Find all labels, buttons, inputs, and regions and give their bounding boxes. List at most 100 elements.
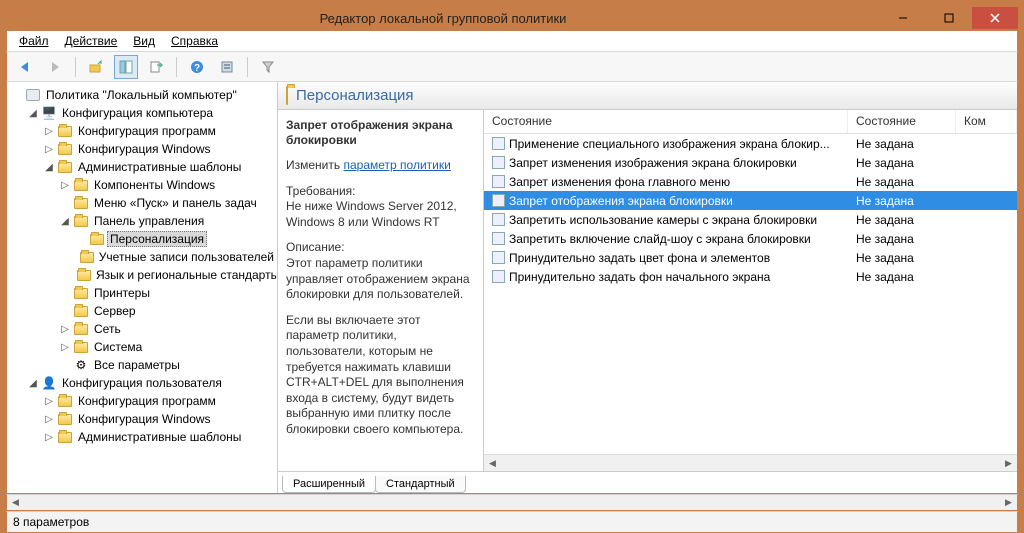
policy-row[interactable]: Принудительно задать цвет фона и элемент…: [484, 248, 1017, 267]
folder-icon: [73, 322, 89, 336]
folder-icon: [73, 304, 89, 318]
tree-network[interactable]: ▷Сеть: [59, 320, 277, 338]
policy-comment: [956, 219, 1017, 221]
tab-standard[interactable]: Стандартный: [375, 476, 466, 493]
edit-policy-link[interactable]: параметр политики: [343, 158, 450, 172]
tree-control-panel[interactable]: ◢Панель управления: [59, 212, 277, 230]
policy-comment: [956, 143, 1017, 145]
policy-name: Запретить использование камеры с экрана …: [509, 213, 817, 227]
tree-system[interactable]: ▷Система: [59, 338, 277, 356]
policy-row[interactable]: Принудительно задать фон начального экра…: [484, 267, 1017, 286]
folder-icon: [57, 160, 73, 174]
help-button[interactable]: ?: [185, 55, 209, 79]
maximize-button[interactable]: [926, 7, 972, 29]
tree-user-admin-templates[interactable]: ▷Административные шаблоны: [43, 428, 277, 446]
tree-all-settings[interactable]: ⚙Все параметры: [59, 356, 277, 374]
policy-icon: [492, 232, 505, 245]
policy-state: Не задана: [848, 231, 956, 247]
tree-personalization[interactable]: Персонализация: [75, 230, 277, 248]
column-header-state[interactable]: Состояние: [848, 110, 956, 133]
selected-policy-name: Запрет отображения экрана блокировки: [286, 118, 475, 148]
policy-comment: [956, 200, 1017, 202]
policy-icon: [492, 175, 505, 188]
column-header-comment[interactable]: Ком: [956, 110, 1017, 133]
menu-action[interactable]: Действие: [59, 32, 124, 50]
description-text-1: Этот параметр политики управляет отображ…: [286, 256, 470, 301]
tree-windows-components[interactable]: ▷Компоненты Windows: [59, 176, 277, 194]
titlebar: Редактор локальной групповой политики: [6, 6, 1018, 30]
tree-language-region[interactable]: Язык и региональные стандарты: [75, 266, 277, 284]
export-button[interactable]: [144, 55, 168, 79]
folder-icon: [57, 394, 73, 408]
folder-icon: [57, 124, 73, 138]
tree-start-menu[interactable]: Меню «Пуск» и панель задач: [59, 194, 277, 212]
back-button[interactable]: [13, 55, 37, 79]
policy-name: Запрет изменения изображения экрана блок…: [509, 156, 797, 170]
policy-row[interactable]: Запрет отображения экрана блокировкиНе з…: [484, 191, 1017, 210]
menubar: Файл Действие Вид Справка: [6, 30, 1018, 52]
policy-name: Принудительно задать цвет фона и элемент…: [509, 251, 770, 265]
tree-root[interactable]: Политика "Локальный компьютер": [11, 86, 277, 104]
folder-icon: [73, 286, 89, 300]
scroll-left-icon[interactable]: ◀: [484, 455, 501, 472]
tree-windows-config[interactable]: ▷Конфигурация Windows: [43, 140, 277, 158]
policy-row[interactable]: Применение специального изображения экра…: [484, 134, 1017, 153]
tree-printers[interactable]: Принтеры: [59, 284, 277, 302]
column-header-name[interactable]: Состояние: [484, 110, 848, 133]
show-tree-button[interactable]: [114, 55, 138, 79]
tree-user-accounts[interactable]: Учетные записи пользователей: [75, 248, 277, 266]
tree-computer-config[interactable]: ◢🖥️Конфигурация компьютера: [27, 104, 277, 122]
up-button[interactable]: [84, 55, 108, 79]
content-header-title: Персонализация: [296, 87, 414, 104]
tree-pane[interactable]: Политика "Локальный компьютер" ◢🖥️Конфиг…: [7, 82, 278, 493]
window-title: Редактор локальной групповой политики: [6, 11, 880, 26]
tree-server[interactable]: Сервер: [59, 302, 277, 320]
policy-list: Состояние Состояние Ком Применение специ…: [484, 110, 1017, 471]
description-label: Описание:: [286, 240, 345, 254]
tab-extended[interactable]: Расширенный: [282, 476, 376, 493]
policy-state: Не задана: [848, 269, 956, 285]
content-pane: Персонализация Запрет отображения экрана…: [278, 82, 1017, 493]
tree-admin-templates[interactable]: ◢Административные шаблоны: [43, 158, 277, 176]
requirements-label: Требования:: [286, 184, 356, 198]
description-text-2: Если вы включаете этот параметр политики…: [286, 313, 475, 438]
policy-state: Не задана: [848, 250, 956, 266]
folder-icon: [80, 250, 94, 264]
policy-icon: [492, 251, 505, 264]
minimize-button[interactable]: [880, 7, 926, 29]
policy-comment: [956, 162, 1017, 164]
user-icon: 👤: [41, 376, 57, 390]
properties-button[interactable]: [215, 55, 239, 79]
scroll-right-icon[interactable]: ▶: [1000, 494, 1017, 511]
policy-name: Принудительно задать фон начального экра…: [509, 270, 770, 284]
close-button[interactable]: [972, 7, 1018, 29]
policy-rows[interactable]: Применение специального изображения экра…: [484, 134, 1017, 454]
menu-view[interactable]: Вид: [127, 32, 161, 50]
scroll-left-icon[interactable]: ◀: [7, 494, 24, 511]
folder-icon: [57, 412, 73, 426]
view-tabs: Расширенный Стандартный: [278, 471, 1017, 493]
policy-row[interactable]: Запретить включение слайд-шоу с экрана б…: [484, 229, 1017, 248]
policy-row[interactable]: Запретить использование камеры с экрана …: [484, 210, 1017, 229]
tree-user-windows-config[interactable]: ▷Конфигурация Windows: [43, 410, 277, 428]
filter-button[interactable]: [256, 55, 280, 79]
folder-icon: [73, 340, 89, 354]
folder-icon: [57, 142, 73, 156]
scroll-right-icon[interactable]: ▶: [1000, 455, 1017, 472]
tree-software-config[interactable]: ▷Конфигурация программ: [43, 122, 277, 140]
folder-icon: [286, 87, 288, 104]
folder-icon: [77, 268, 91, 282]
horizontal-scrollbar[interactable]: ◀ ▶: [484, 454, 1017, 471]
policy-row[interactable]: Запрет изменения фона главного менюНе за…: [484, 172, 1017, 191]
policy-comment: [956, 257, 1017, 259]
menu-help[interactable]: Справка: [165, 32, 224, 50]
folder-icon: [89, 232, 105, 246]
outer-horizontal-scrollbar[interactable]: ◀ ▶: [6, 494, 1018, 511]
policy-icon: [492, 156, 505, 169]
policy-row[interactable]: Запрет изменения изображения экрана блок…: [484, 153, 1017, 172]
menu-file[interactable]: Файл: [13, 32, 55, 50]
policy-name: Запретить включение слайд-шоу с экрана б…: [509, 232, 811, 246]
tree-user-software-config[interactable]: ▷Конфигурация программ: [43, 392, 277, 410]
forward-button[interactable]: [43, 55, 67, 79]
tree-user-config[interactable]: ◢👤Конфигурация пользователя: [27, 374, 277, 392]
